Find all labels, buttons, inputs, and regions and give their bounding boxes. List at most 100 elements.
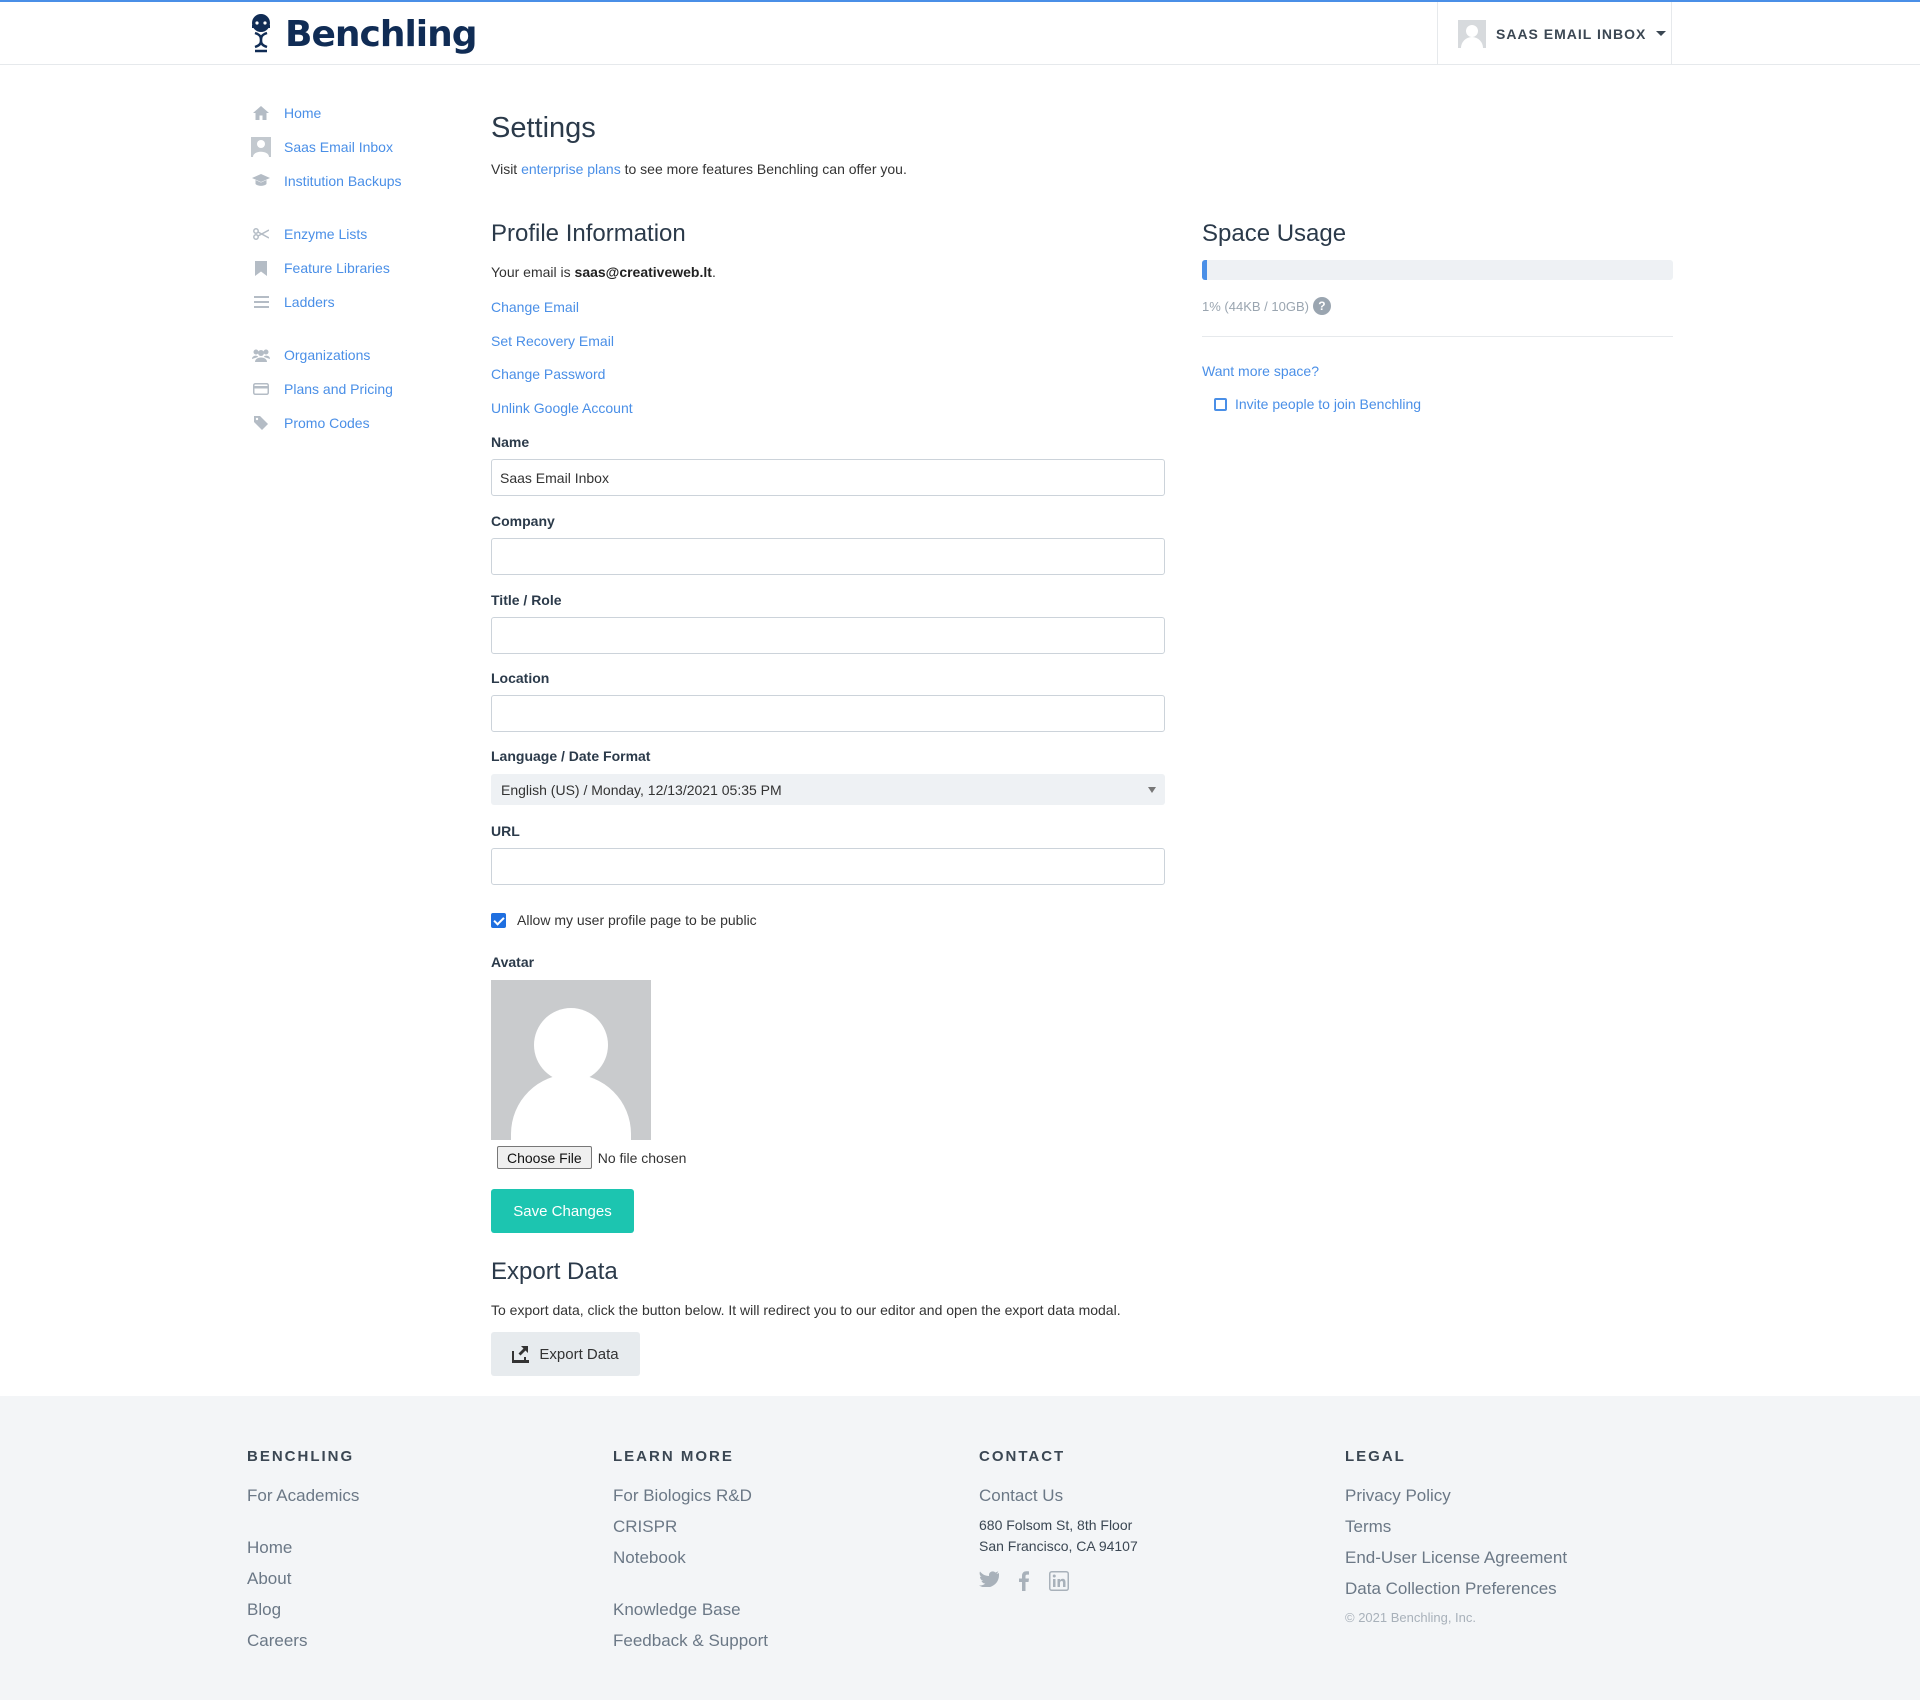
sidebar-item-label: Promo Codes (284, 415, 370, 431)
graduation-cap-icon (250, 170, 272, 192)
sidebar-item-feature-libraries[interactable]: Feature Libraries (250, 251, 470, 285)
footer-link-terms[interactable]: Terms (1345, 1511, 1567, 1542)
profile-section: Profile Information Your email is saas@c… (491, 218, 1165, 1376)
title-role-field[interactable] (491, 617, 1165, 654)
language-date-select[interactable]: English (US) / Monday, 12/13/2021 05:35 … (491, 774, 1165, 805)
space-usage-title: Space Usage (1202, 220, 1347, 247)
language-date-label: Language / Date Format (491, 748, 651, 764)
sidebar-item-saas-email-inbox[interactable]: Saas Email Inbox (250, 130, 470, 164)
footer-link-data-collection[interactable]: Data Collection Preferences (1345, 1573, 1567, 1604)
credit-card-icon (250, 378, 272, 400)
settings-main: Settings Visit enterprise plans to see m… (491, 112, 1165, 177)
sidebar-item-plans-and-pricing[interactable]: Plans and Pricing (250, 372, 470, 406)
users-icon (250, 344, 272, 366)
bookmark-icon (250, 257, 272, 279)
select-arrow-icon (1148, 787, 1156, 793)
user-icon (250, 136, 272, 158)
change-email-link[interactable]: Change Email (491, 299, 579, 315)
caret-down-icon (1656, 31, 1667, 36)
export-icon (512, 1345, 530, 1363)
sidebar-item-institution-backups[interactable]: Institution Backups (250, 164, 470, 198)
footer-link-contact-us[interactable]: Contact Us (979, 1480, 1138, 1511)
facebook-icon[interactable] (1019, 1571, 1029, 1591)
save-changes-button[interactable]: Save Changes (491, 1189, 634, 1233)
language-date-value: English (US) / Monday, 12/13/2021 05:35 … (501, 781, 782, 798)
settings-intro: Visit enterprise plans to see more featu… (491, 161, 907, 177)
footer-col-learn-more: LEARN MORE For Biologics R&D CRISPR Note… (613, 1448, 768, 1656)
footer-link-blog[interactable]: Blog (247, 1594, 359, 1625)
sidebar-nav: Home Saas Email Inbox Institution Backup… (250, 96, 470, 440)
sidebar-item-home[interactable]: Home (250, 96, 470, 130)
benchling-mascot-icon (252, 14, 270, 53)
export-data-label: Export Data (539, 1345, 619, 1363)
sidebar-item-ladders[interactable]: Ladders (250, 285, 470, 319)
top-header: Benchling SAAS EMAIL INBOX (0, 2, 1920, 65)
footer-heading: LEARN MORE (613, 1448, 734, 1465)
name-field[interactable] (491, 459, 1165, 496)
user-menu-label: SAAS EMAIL INBOX (1496, 25, 1647, 42)
change-password-link[interactable]: Change Password (491, 366, 605, 382)
location-field[interactable] (491, 695, 1165, 732)
footer-link-crispr[interactable]: CRISPR (613, 1511, 768, 1542)
footer-heading: BENCHLING (247, 1448, 355, 1465)
linkedin-icon[interactable] (1049, 1571, 1069, 1591)
avatar-preview (491, 980, 651, 1140)
company-field[interactable] (491, 538, 1165, 575)
url-field[interactable] (491, 848, 1165, 885)
invite-checkbox-icon (1214, 397, 1227, 411)
divider (1202, 336, 1673, 337)
home-icon (250, 102, 272, 124)
tag-icon (250, 412, 272, 434)
avatar-file-input: Choose File No file chosen (497, 1146, 686, 1169)
space-usage-progress-fill (1202, 260, 1207, 280)
name-label: Name (491, 434, 530, 450)
export-title: Export Data (491, 1258, 618, 1285)
public-profile-label: Allow my user profile page to be public (517, 912, 757, 928)
footer-link-knowledge-base[interactable]: Knowledge Base (613, 1594, 768, 1625)
company-label: Company (491, 513, 555, 529)
help-icon[interactable]: ? (1312, 297, 1331, 315)
url-label: URL (491, 823, 520, 839)
sidebar-item-label: Ladders (284, 294, 335, 310)
footer-link-eula[interactable]: End-User License Agreement (1345, 1542, 1567, 1573)
avatar (1458, 19, 1486, 48)
export-description: To export data, click the button below. … (491, 1302, 1121, 1318)
unlink-google-account-link[interactable]: Unlink Google Account (491, 400, 633, 416)
invite-people-link[interactable]: Invite people to join Benchling (1214, 396, 1421, 412)
footer-link-about[interactable]: About (247, 1563, 359, 1594)
social-links (979, 1571, 1138, 1591)
sidebar-item-label: Home (284, 105, 322, 121)
footer-link-home[interactable]: Home (247, 1532, 359, 1563)
sidebar-item-label: Enzyme Lists (284, 226, 368, 242)
sidebar-item-organizations[interactable]: Organizations (250, 338, 470, 372)
sidebar-item-label: Institution Backups (284, 173, 402, 189)
footer-col-benchling: BENCHLING For Academics Home About Blog … (247, 1448, 359, 1656)
export-data-button[interactable]: Export Data (491, 1332, 640, 1376)
sidebar-item-label: Feature Libraries (284, 260, 390, 276)
footer-col-legal: LEGAL Privacy Policy Terms End-User Lice… (1345, 1448, 1567, 1625)
enterprise-plans-link[interactable]: enterprise plans (521, 161, 621, 177)
footer-link-notebook[interactable]: Notebook (613, 1542, 768, 1573)
file-status: No file chosen (597, 1149, 687, 1166)
set-recovery-email-link[interactable]: Set Recovery Email (491, 333, 614, 349)
footer-link-privacy-policy[interactable]: Privacy Policy (1345, 1480, 1567, 1511)
sidebar-item-enzyme-lists[interactable]: Enzyme Lists (250, 217, 470, 251)
location-label: Location (491, 670, 550, 686)
footer-link-biologics[interactable]: For Biologics R&D (613, 1480, 768, 1511)
title-role-label: Title / Role (491, 592, 562, 608)
avatar-label: Avatar (491, 954, 535, 970)
footer-link-feedback-support[interactable]: Feedback & Support (613, 1625, 768, 1656)
space-usage-text: 1% (44KB / 10GB) ? (1202, 297, 1331, 315)
footer-link-careers[interactable]: Careers (247, 1625, 359, 1656)
footer-heading: LEGAL (1345, 1448, 1406, 1465)
footer-link-for-academics[interactable]: For Academics (247, 1480, 359, 1511)
brand-name: Benchling (285, 13, 478, 55)
public-profile-checkbox[interactable] (491, 912, 506, 928)
want-more-space-text: Want more space? (1202, 363, 1319, 379)
benchling-logo[interactable]: Benchling (247, 10, 478, 58)
choose-file-button[interactable]: Choose File (497, 1146, 592, 1169)
sidebar-item-promo-codes[interactable]: Promo Codes (250, 406, 470, 440)
user-menu[interactable]: SAAS EMAIL INBOX (1437, 2, 1672, 65)
email-value: saas@creativeweb.lt (574, 264, 712, 280)
twitter-icon[interactable] (979, 1571, 999, 1591)
